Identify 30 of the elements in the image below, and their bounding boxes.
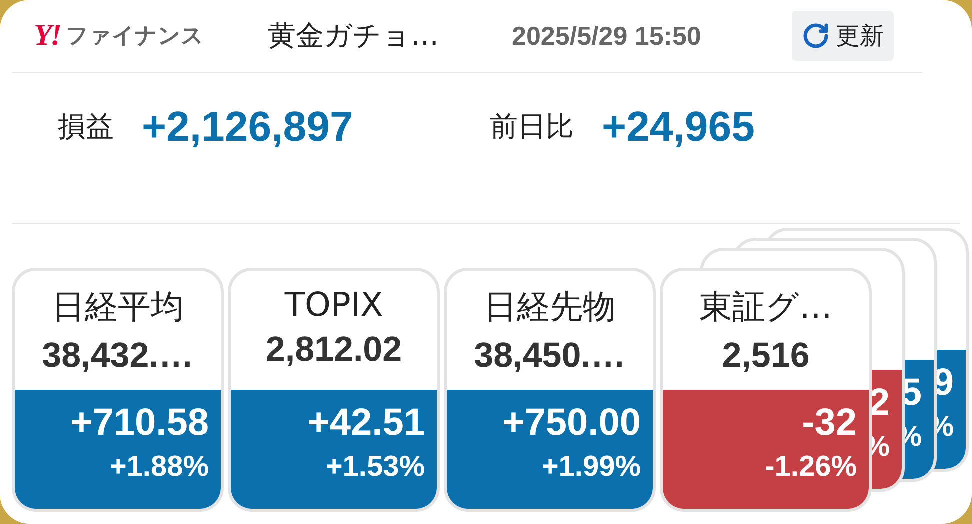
index-name: 東証グ… [700, 286, 832, 328]
change-percent: +1.99% [542, 451, 641, 484]
change-percent: -1.26% [765, 451, 857, 484]
logo: Y! [34, 19, 60, 53]
summary-value: +2,126,897 [142, 103, 354, 151]
change-value: +710.58 [70, 402, 209, 445]
refresh-icon [802, 22, 830, 50]
change-percent: +1.88% [110, 451, 209, 484]
index-price: 2,812.02 [266, 330, 402, 370]
summary-label: 損益 [58, 109, 114, 145]
change-percent: +1.53% [326, 451, 425, 484]
index-card[interactable]: 東証グ… 2,516 -32 -1.26% [660, 268, 872, 512]
index-price: 38,432.… [42, 336, 194, 376]
update-datetime: 2025/5/29 15:50 [512, 20, 702, 52]
change-value: -32 [802, 402, 857, 445]
summary-label: 前日比 [490, 109, 574, 145]
index-price: 2,516 [722, 336, 810, 376]
refresh-button[interactable]: 更新 [792, 11, 894, 61]
index-card[interactable]: TOPIX 2,812.02 +42.51 +1.53% [228, 268, 440, 512]
index-name: TOPIX [284, 285, 384, 324]
index-price: 38,450.… [474, 336, 626, 376]
brand-name: ファイナンス [66, 22, 204, 50]
index-card[interactable]: 日経先物 38,450.… +750.00 +1.99% [444, 268, 656, 512]
index-name: 日経先物 [484, 286, 616, 328]
index-name: 日経平均 [52, 286, 184, 328]
change-value: +750.00 [502, 402, 641, 445]
index-card[interactable]: 日経平均 38,432.… +710.58 +1.88% [12, 268, 224, 512]
portfolio-title: 黄金ガチョ… [268, 18, 440, 54]
summary-value: +24,965 [602, 103, 755, 151]
change-value: +42.51 [308, 402, 425, 445]
